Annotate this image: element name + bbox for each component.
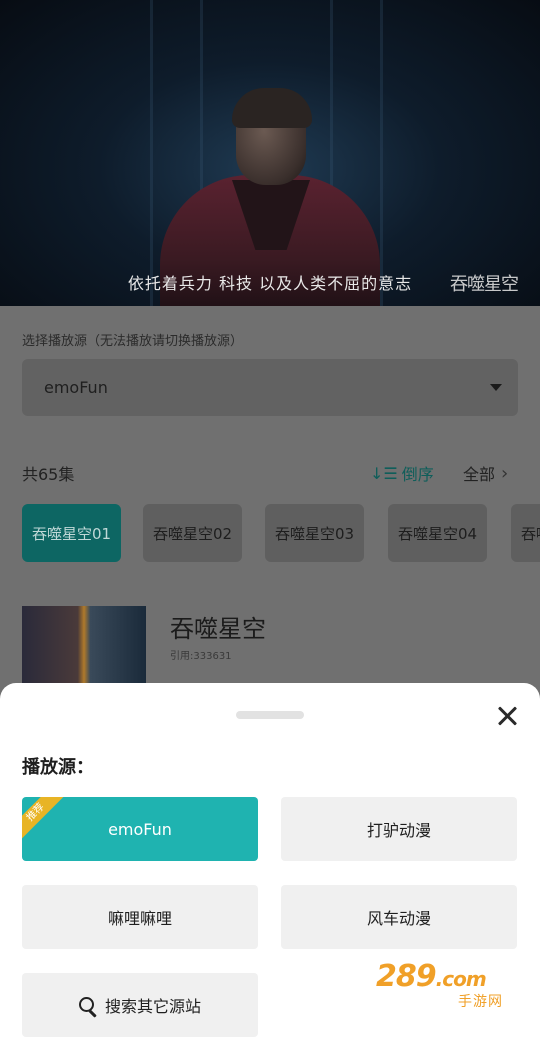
close-icon[interactable] <box>494 703 520 729</box>
source-option-fengche[interactable]: 风车动漫 <box>281 885 517 949</box>
recommend-badge: 推荐 <box>22 797 65 842</box>
watermark-suffix: .com <box>435 967 487 991</box>
episode-button[interactable]: 吞噬星空03 <box>265 504 364 562</box>
source-option-mali[interactable]: 嘛哩嘛哩 <box>22 885 258 949</box>
show-reference: 引用:333631 <box>170 651 232 662</box>
episode-button[interactable]: 吞噬星空01 <box>22 504 121 562</box>
sort-label: 倒序 <box>401 465 434 484</box>
show-poster[interactable] <box>22 606 146 686</box>
watermark-brand: 289 <box>376 959 437 994</box>
episode-button[interactable]: 吞噬星空05 <box>511 504 540 562</box>
source-select[interactable]: emoFun <box>22 359 518 416</box>
video-player[interactable]: 依托着兵力 科技 以及人类不屈的意志 吞噬星空 <box>0 0 540 306</box>
chevron-right-icon: › <box>501 462 509 484</box>
sheet-drag-handle[interactable] <box>236 711 304 719</box>
episode-list: 吞噬星空01 吞噬星空02 吞噬星空03 吞噬星空04 吞噬星空05 <box>22 504 540 562</box>
backdrop-stripe <box>150 0 153 306</box>
episode-button[interactable]: 吞噬星空04 <box>388 504 487 562</box>
character-hair <box>232 88 312 128</box>
source-option-label: emoFun <box>108 819 172 839</box>
sort-desc-icon: ↓☰ <box>370 463 398 483</box>
caret-down-icon <box>490 384 502 391</box>
all-label: 全部 <box>463 465 496 484</box>
source-option-emofun[interactable]: 推荐 emoFun <box>22 797 258 861</box>
source-option-label: 风车动漫 <box>366 909 431 928</box>
source-option-dalv[interactable]: 打驴动漫 <box>281 797 517 861</box>
site-watermark-logo: 289.com <box>376 959 487 994</box>
source-hint: 选择播放源（无法播放请切换播放源） <box>22 334 244 349</box>
show-title: 吞噬星空 <box>170 615 266 643</box>
source-bottom-sheet: 播放源： 推荐 emoFun 打驴动漫 嘛哩嘛哩 风车动漫 搜索其它源站 289… <box>0 683 540 1050</box>
sort-toggle[interactable]: ↓☰ 倒序 <box>370 461 434 485</box>
source-option-label: 打驴动漫 <box>366 821 431 840</box>
source-option-label: 嘛哩嘛哩 <box>107 909 172 928</box>
episode-count: 共65集 <box>22 465 75 484</box>
sheet-title: 播放源： <box>22 757 94 778</box>
source-select-value: emoFun <box>44 378 108 397</box>
all-episodes-link[interactable]: 全部 › <box>463 461 508 485</box>
watermark-sub: 手游网 <box>458 994 503 1010</box>
episode-button[interactable]: 吞噬星空02 <box>143 504 242 562</box>
backdrop-stripe <box>380 0 383 306</box>
search-other-sources-button[interactable]: 搜索其它源站 <box>22 973 258 1037</box>
show-logo-watermark: 吞噬星空 <box>450 274 519 295</box>
search-icon <box>78 997 97 1018</box>
search-sources-label: 搜索其它源站 <box>104 997 201 1016</box>
